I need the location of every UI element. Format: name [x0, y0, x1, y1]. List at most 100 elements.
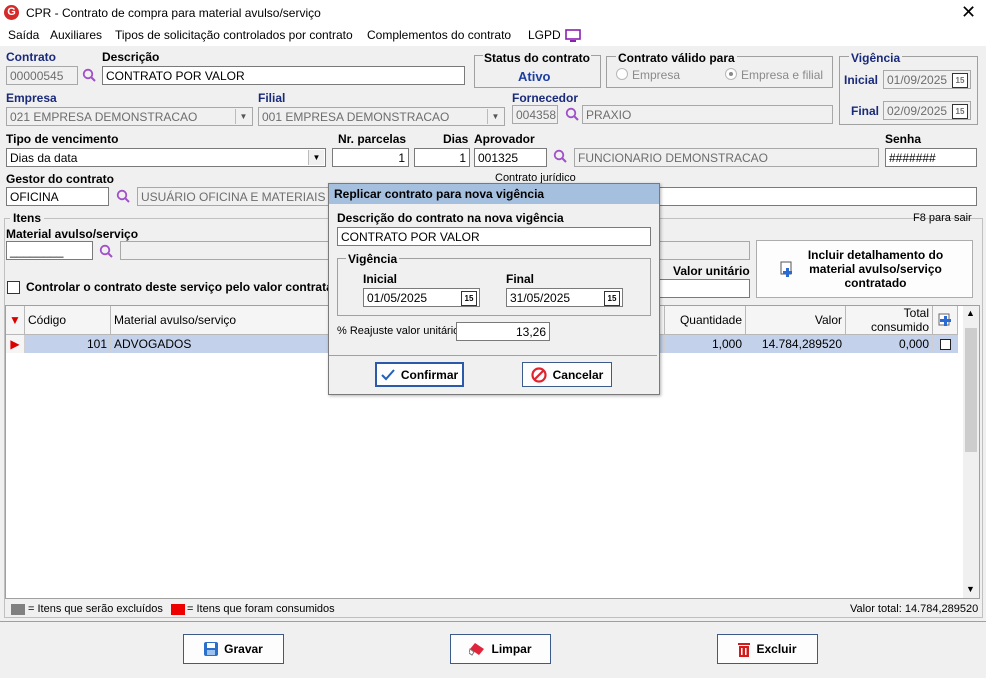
calendar-icon[interactable]: 15	[952, 73, 968, 88]
vigencia-final-field[interactable]: 02/09/2025 15	[883, 101, 971, 120]
limpar-button[interactable]: Limpar	[450, 634, 551, 664]
cancel-icon	[531, 366, 547, 383]
dialog-reajuste-field[interactable]: 13,26	[456, 322, 550, 341]
vigencia-inicial-field[interactable]: 01/09/2025 15	[883, 70, 971, 89]
material-label: Material avulso/serviço	[6, 227, 139, 241]
tipo-vencimento-select[interactable]: Dias da data ▼	[6, 148, 326, 167]
chevron-down-icon[interactable]: ▼	[308, 150, 324, 165]
col-valor[interactable]: Valor	[745, 306, 846, 335]
vigencia-label: Vigência	[849, 51, 903, 65]
fornecedor-name-field[interactable]: PRAXIO	[582, 105, 833, 124]
cancelar-button[interactable]: Cancelar	[522, 362, 612, 387]
chevron-down-icon[interactable]: ▼	[966, 584, 975, 594]
search-icon[interactable]	[553, 149, 567, 163]
confirmar-button[interactable]: Confirmar	[375, 362, 464, 387]
controlar-checkbox[interactable]	[7, 281, 20, 294]
senha-field[interactable]: #######	[885, 148, 977, 167]
filial-value: 001 EMPRESA DEMONSTRACAO	[262, 110, 450, 124]
window-title: CPR - Contrato de compra para material a…	[26, 6, 321, 20]
grid-scrollbar[interactable]: ▲ ▼	[963, 306, 979, 598]
save-icon	[204, 642, 219, 656]
dias-field[interactable]: 1	[414, 148, 470, 167]
radio-empresa[interactable]	[616, 68, 628, 80]
row-checkbox[interactable]	[932, 334, 958, 353]
incluir-detalhamento-label: Incluir detalhamento do material avulso/…	[807, 248, 944, 290]
col-codigo[interactable]: Código	[24, 306, 111, 335]
valor-unitario-field[interactable]	[657, 279, 750, 298]
dialog-final-label: Final	[506, 272, 535, 286]
divider	[0, 621, 986, 622]
itens-hint: F8 para sair	[913, 212, 972, 224]
tipo-vencimento-label: Tipo de vencimento	[6, 132, 119, 146]
descricao-field[interactable]: CONTRATO POR VALOR	[102, 66, 465, 85]
eraser-icon	[469, 643, 485, 656]
search-icon[interactable]	[82, 68, 96, 82]
dialog-inicial-value: 01/05/2025	[367, 291, 428, 305]
trash-icon	[738, 642, 751, 657]
aprovador-label: Aprovador	[474, 132, 535, 146]
contrato-juridico-field[interactable]	[657, 187, 977, 206]
contrato-field[interactable]: 00000545	[6, 66, 78, 85]
empresa-value: 021 EMPRESA DEMONSTRACAO	[10, 110, 198, 124]
empresa-label: Empresa	[6, 91, 57, 105]
gravar-button[interactable]: Gravar	[183, 634, 284, 664]
filial-select[interactable]: 001 EMPRESA DEMONSTRACAO ▼	[258, 107, 505, 126]
search-icon[interactable]	[99, 244, 113, 258]
status-value: Ativo	[518, 69, 551, 84]
vigencia-inicial-value: 01/09/2025	[887, 73, 948, 87]
dialog-desc-field[interactable]: CONTRATO POR VALOR	[337, 227, 651, 246]
fornecedor-code-field[interactable]: 004358	[512, 105, 558, 124]
dialog-final-field[interactable]: 31/05/2025 15	[506, 288, 623, 307]
nr-parcelas-label: Nr. parcelas	[338, 132, 407, 146]
add-row-icon[interactable]	[932, 306, 958, 335]
cell-codigo: 101	[24, 334, 111, 353]
menu-saida[interactable]: Saída	[8, 28, 39, 42]
col-total-consumido[interactable]: Total consumido	[845, 306, 933, 335]
excluir-button[interactable]: Excluir	[717, 634, 818, 664]
gestor-code-field[interactable]: OFICINA	[6, 187, 109, 206]
check-icon	[381, 368, 395, 380]
itens-label: Itens	[10, 211, 45, 225]
vigencia-final-value: 02/09/2025	[887, 104, 948, 118]
aprovador-code-field[interactable]: 001325	[474, 148, 547, 167]
menu-tipos-solicitacao[interactable]: Tipos de solicitação controlados por con…	[115, 28, 353, 42]
search-icon[interactable]	[565, 107, 579, 121]
contrato-label: Contrato	[6, 50, 56, 64]
chevron-down-icon[interactable]: ▼	[487, 109, 503, 124]
row-pointer-icon: ▶	[6, 334, 25, 353]
menu-auxiliares[interactable]: Auxiliares	[50, 28, 102, 42]
calendar-icon[interactable]: 15	[952, 104, 968, 119]
nr-parcelas-field[interactable]: 1	[332, 148, 409, 167]
valor-total: Valor total: 14.784,289520	[850, 603, 979, 615]
menu-lgpd[interactable]: LGPD	[528, 28, 561, 42]
menu-complementos[interactable]: Complementos do contrato	[367, 28, 511, 42]
dialog-vigencia-group	[337, 258, 651, 316]
cell-quantidade: 1,000	[664, 334, 746, 353]
calendar-icon[interactable]: 15	[461, 291, 477, 306]
calendar-icon[interactable]: 15	[604, 291, 620, 306]
radio-empresa-filial[interactable]	[725, 68, 737, 80]
replicar-dialog: Replicar contrato para nova vigência Des…	[328, 183, 660, 395]
descricao-label: Descrição	[102, 50, 160, 64]
dialog-desc-label: Descrição do contrato na nova vigência	[337, 211, 564, 225]
empresa-select[interactable]: 021 EMPRESA DEMONSTRACAO ▼	[6, 107, 253, 126]
consumidos-legend: = Itens que foram consumidos	[187, 603, 335, 615]
status-label: Status do contrato	[483, 51, 592, 65]
close-icon[interactable]: ✕	[961, 3, 976, 21]
app-logo-icon: G	[4, 5, 19, 20]
col-quantidade[interactable]: Quantidade	[664, 306, 746, 335]
radio-empresa-label: Empresa	[632, 68, 681, 82]
material-code-field[interactable]: ________	[6, 241, 93, 260]
cell-valor: 14.784,289520	[745, 334, 846, 353]
gestor-label: Gestor do contrato	[6, 172, 115, 186]
chevron-up-icon[interactable]: ▲	[966, 308, 975, 318]
search-icon[interactable]	[116, 189, 130, 203]
aprovador-name-field[interactable]: FUNCIONARIO DEMONSTRACAO	[574, 148, 879, 167]
scrollbar-thumb[interactable]	[965, 328, 977, 452]
monitor-icon[interactable]	[565, 29, 581, 43]
gestor-name-field[interactable]: USUÁRIO OFICINA E MATERIAIS	[137, 187, 330, 206]
chevron-down-icon[interactable]: ▼	[235, 109, 251, 124]
incluir-detalhamento-button[interactable]: Incluir detalhamento do material avulso/…	[756, 240, 973, 298]
consumidos-swatch	[171, 604, 185, 615]
dialog-inicial-field[interactable]: 01/05/2025 15	[363, 288, 480, 307]
